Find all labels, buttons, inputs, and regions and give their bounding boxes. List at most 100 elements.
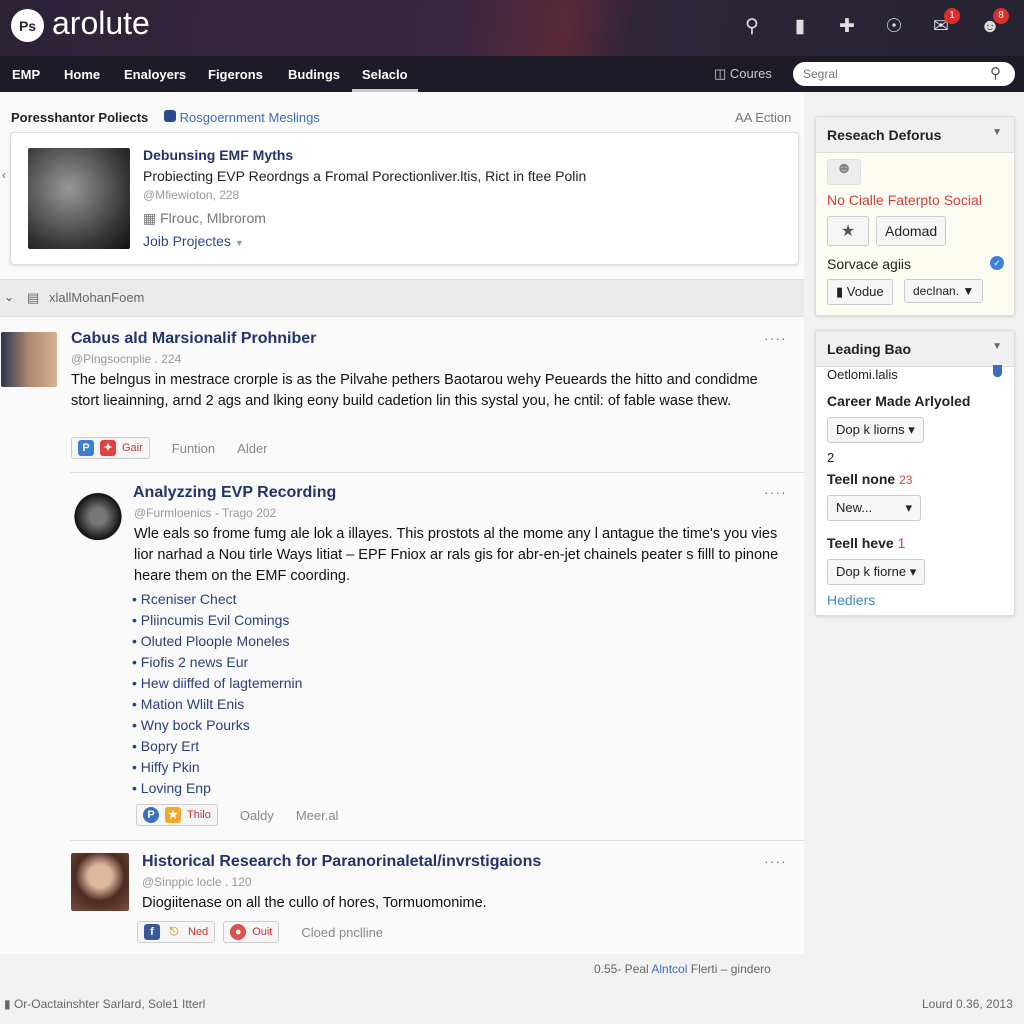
- check-icon: ✓: [990, 256, 1004, 270]
- select-value: decInan.: [913, 284, 960, 298]
- globe-icon[interactable]: ☉: [881, 14, 907, 40]
- featured-subtitle: Probiecting EVP Reordngs a Fromal Porect…: [143, 168, 587, 184]
- carousel-prev-icon[interactable]: ‹: [2, 168, 6, 182]
- user-icon[interactable]: ☻ 8: [977, 8, 1009, 40]
- value-button[interactable]: ▮ Vodue: [827, 279, 893, 305]
- count-label: 2: [827, 450, 835, 465]
- share-button[interactable]: P ★ Thilo: [136, 804, 218, 826]
- dropdown[interactable]: Dop k liorns ▾: [827, 417, 924, 443]
- action-link[interactable]: Cloed pnclline: [301, 925, 383, 940]
- featured-image: [28, 148, 130, 249]
- more-options-icon[interactable]: ····: [764, 484, 787, 500]
- divider: [70, 472, 804, 473]
- tell-label-text: Teell heve: [827, 535, 894, 551]
- bullet-item[interactable]: • Mation Wlilt Enis: [132, 694, 302, 715]
- nav-emp[interactable]: EMP: [12, 67, 40, 82]
- courses-icon: ◫: [714, 66, 730, 81]
- favorite-button[interactable]: ★: [827, 216, 869, 246]
- bookmark-icon: ✦: [100, 440, 116, 456]
- action-link[interactable]: Funtion: [172, 441, 215, 456]
- action-link[interactable]: Oaldy: [240, 808, 274, 823]
- footer-left-text: Or-Oactainshter Sarlard, Sole1 Itterl: [13, 997, 206, 1011]
- search-icon[interactable]: ⚲: [990, 64, 1001, 82]
- dropdown[interactable]: Dop k fiorne ▾: [827, 559, 926, 585]
- dropdown[interactable]: New... ▾: [827, 495, 921, 521]
- bullet-list: • Rceniser Chect • Pliincumis Evil Comin…: [132, 589, 302, 799]
- job-projects-link[interactable]: Joib Projectes ▼: [143, 233, 244, 249]
- facebook-icon: f: [144, 924, 160, 940]
- footer-left: ▮ Or-Oactainshter Sarlard, Sole1 Itterl: [4, 997, 205, 1011]
- nav-home[interactable]: Home: [64, 67, 100, 82]
- post-avatar[interactable]: [71, 853, 129, 911]
- courses-link[interactable]: ◫ Coures: [714, 66, 772, 82]
- breadcrumb-section[interactable]: Poresshantor Poliects: [11, 110, 148, 125]
- featured-meta: @Mfiewioton, 228: [143, 188, 240, 202]
- bookmark-icon[interactable]: [993, 365, 1002, 377]
- share-label: Thilo: [187, 809, 211, 821]
- post-title[interactable]: Cabus ald Marsionalif Prohniber: [71, 330, 316, 348]
- share-button[interactable]: ● Ouit: [223, 921, 280, 943]
- share-button[interactable]: P ✦ Gair: [71, 437, 150, 459]
- bullet-item[interactable]: • Hiffy Pkin: [132, 757, 302, 778]
- bullet-item[interactable]: • Hew diiffed of lagtemernin: [132, 673, 302, 694]
- more-options-icon[interactable]: ····: [764, 330, 787, 346]
- featured-location-text: Flrouc, Mlbrorom: [160, 210, 266, 226]
- more-options-icon[interactable]: ····: [764, 853, 787, 869]
- headers-link[interactable]: Hediers: [827, 592, 875, 608]
- tell-count: 23: [899, 473, 913, 487]
- breadcrumb-link-label: Rosgoernment Meslings: [179, 110, 320, 125]
- action-link[interactable]: Meer.al: [296, 808, 339, 823]
- caret-down-icon[interactable]: ▼: [992, 341, 1002, 352]
- bullet-item[interactable]: • Pliincumis Evil Comings: [132, 610, 302, 631]
- plus-icon[interactable]: ✚: [834, 14, 860, 40]
- bullet-item[interactable]: • Fiofis 2 news Eur: [132, 652, 302, 673]
- panel-sub: Oetlomi.lalis: [827, 367, 898, 382]
- select-dropdown[interactable]: decInan. ▼: [904, 279, 984, 303]
- divider: [70, 840, 804, 841]
- post-avatar[interactable]: [1, 332, 57, 387]
- pinterest-icon: P: [78, 440, 94, 456]
- document-icon[interactable]: ▮: [787, 14, 813, 40]
- tell-count: 1: [897, 535, 906, 551]
- chevron-down-icon[interactable]: ⌄: [4, 290, 14, 304]
- search-input[interactable]: [793, 62, 1015, 86]
- bullet-item[interactable]: • Wny bock Pourks: [132, 715, 302, 736]
- pager-link[interactable]: Alntcol: [651, 962, 687, 976]
- post-title[interactable]: Historical Research for Paranorinaletal/…: [142, 853, 541, 871]
- nav-figerons[interactable]: Figerons: [208, 67, 263, 82]
- tell-label-text: Teell none: [827, 471, 896, 487]
- post-avatar[interactable]: [72, 488, 124, 540]
- bookmark-icon: ★: [165, 807, 181, 823]
- search-icon[interactable]: ⚲: [739, 14, 765, 40]
- add-button[interactable]: Adomad: [876, 216, 947, 246]
- panel-header[interactable]: Leading Bao ▼: [816, 331, 1014, 367]
- pager: 0.55- Peal Alntcol Flerti – gindero: [594, 962, 771, 976]
- bullet-item[interactable]: • Rceniser Chect: [132, 589, 302, 610]
- bullet-item[interactable]: • Loving Enp: [132, 778, 302, 799]
- breadcrumb-link[interactable]: Rosgoernment Meslings: [164, 110, 320, 125]
- caret-down-icon[interactable]: ▼: [992, 127, 1002, 138]
- footer-right: Lourd 0.36, 2013: [922, 997, 1013, 1011]
- nav-selaclo[interactable]: Selaclo: [362, 67, 408, 82]
- post-title[interactable]: Analyzzing EVP Recording: [133, 484, 336, 502]
- edition-label[interactable]: AA Ection: [735, 110, 791, 125]
- dropdown-value: New...: [836, 500, 873, 515]
- share-button[interactable]: f ⎋ Ned: [137, 921, 216, 943]
- section-header[interactable]: ⌄ ▤ xlallMohanFoem: [0, 279, 804, 317]
- bullet-item[interactable]: • Oluted Ploople Moneles: [132, 631, 302, 652]
- user-badge: 8: [993, 8, 1009, 24]
- bullet-item[interactable]: • Bopry Ert: [132, 736, 302, 757]
- nav-enaloyers[interactable]: Enaloyers: [124, 67, 186, 82]
- action-link[interactable]: Alder: [237, 441, 267, 456]
- post-body: The belngus in mestrace crorple is as th…: [71, 372, 758, 409]
- logo-badge[interactable]: Ps: [11, 9, 44, 42]
- nav-budings[interactable]: Budings: [288, 67, 340, 82]
- inbox-icon[interactable]: ✉ 1: [928, 8, 960, 40]
- post-actions: P ★ Thilo Oaldy Meer.al: [136, 804, 338, 826]
- share-label: Ned: [188, 926, 209, 938]
- bell-icon: ⎋: [169, 926, 179, 938]
- app-name[interactable]: arolute: [52, 5, 150, 42]
- featured-title[interactable]: Debunsing EMF Myths: [143, 147, 293, 163]
- comment-icon: ●: [230, 924, 247, 940]
- panel-header[interactable]: Reseach Deforus ▼: [816, 117, 1014, 153]
